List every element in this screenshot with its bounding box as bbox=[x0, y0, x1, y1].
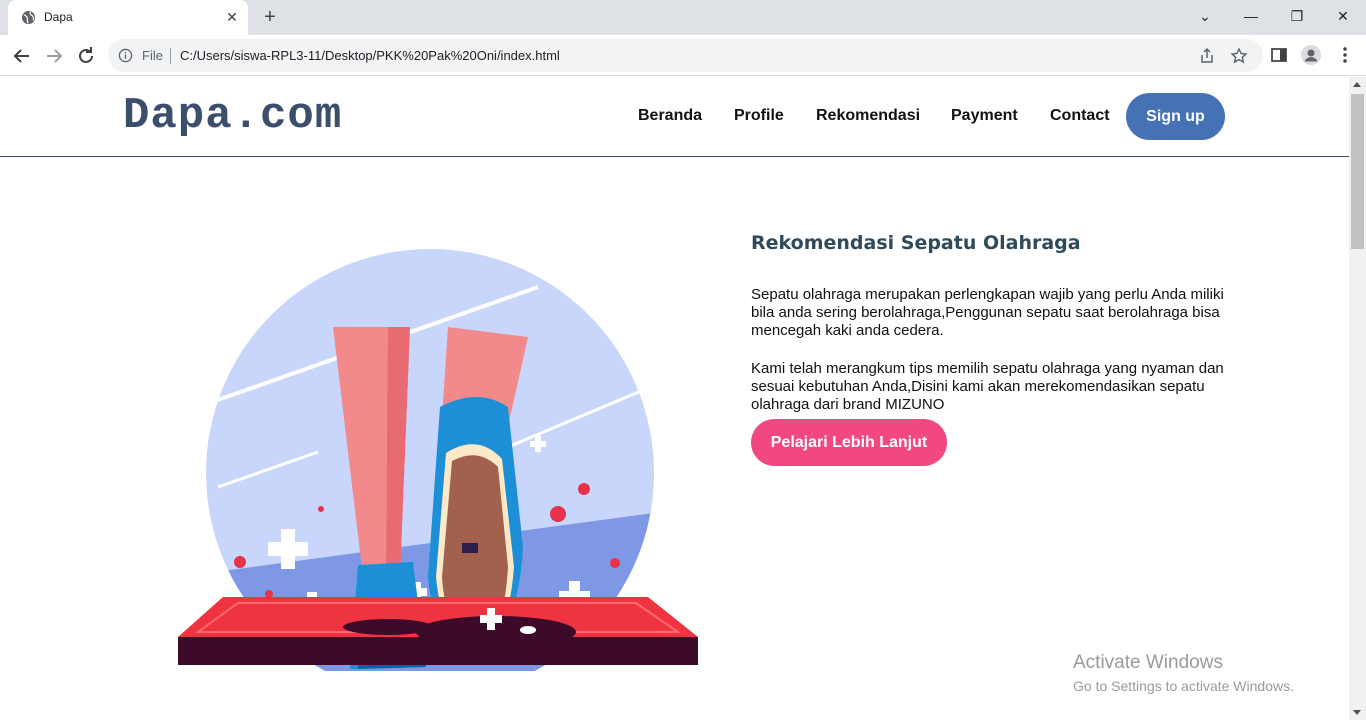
learn-more-button[interactable]: Pelajari Lebih Lanjut bbox=[751, 419, 947, 466]
bookmark-star-icon[interactable] bbox=[1230, 47, 1248, 65]
browser-toolbar: File C:/Users/siswa-RPL3-11/Desktop/PKK%… bbox=[0, 35, 1366, 76]
tab-strip: Dapa ✕ + ⌄ — ❐ ✕ bbox=[0, 0, 1366, 35]
file-scheme-label: File bbox=[142, 48, 163, 63]
tab-title: Dapa bbox=[44, 10, 73, 24]
watermark-line-1: Activate Windows bbox=[1073, 652, 1223, 673]
forward-arrow-icon[interactable] bbox=[42, 44, 66, 68]
new-tab-button[interactable]: + bbox=[259, 6, 281, 28]
vertical-scrollbar[interactable] bbox=[1349, 77, 1366, 720]
close-window-button[interactable]: ✕ bbox=[1329, 4, 1357, 28]
site-header: Dapa.com Beranda Profile Rekomendasi Pay… bbox=[0, 77, 1349, 157]
side-panel-icon[interactable] bbox=[1268, 44, 1290, 66]
nav-link-rekomendasi[interactable]: Rekomendasi bbox=[816, 107, 920, 125]
nav-link-payment[interactable]: Payment bbox=[951, 107, 1018, 125]
windows-activation-watermark: Activate Windows Go to Settings to activ… bbox=[1073, 652, 1294, 694]
hero-paragraph-1: Sepatu olahraga merupakan perlengkapan w… bbox=[751, 286, 1224, 339]
nav-link-profile[interactable]: Profile bbox=[734, 107, 784, 125]
hero-paragraph-2: Kami telah merangkum tips memilih sepatu… bbox=[751, 360, 1224, 413]
info-icon[interactable] bbox=[118, 48, 133, 63]
back-arrow-icon[interactable] bbox=[10, 44, 34, 68]
tab-search-icon[interactable]: ⌄ bbox=[1191, 4, 1219, 28]
globe-icon bbox=[21, 10, 36, 25]
address-bar[interactable]: File C:/Users/siswa-RPL3-11/Desktop/PKK%… bbox=[108, 39, 1263, 72]
site-logo[interactable]: Dapa.com bbox=[123, 91, 342, 141]
nav-link-contact[interactable]: Contact bbox=[1050, 107, 1110, 125]
scroll-down-arrow-icon[interactable] bbox=[1353, 710, 1361, 715]
minimize-button[interactable]: — bbox=[1237, 4, 1265, 28]
nav-link-beranda[interactable]: Beranda bbox=[638, 107, 702, 125]
running-shoes-illustration bbox=[178, 249, 698, 671]
share-icon[interactable] bbox=[1198, 47, 1216, 65]
reload-icon[interactable] bbox=[74, 44, 98, 68]
kebab-menu-icon[interactable] bbox=[1334, 44, 1356, 66]
watermark-line-2: Go to Settings to activate Windows. bbox=[1073, 678, 1294, 694]
omnibox-divider bbox=[170, 48, 171, 64]
url-text[interactable]: C:/Users/siswa-RPL3-11/Desktop/PKK%20Pak… bbox=[180, 48, 560, 63]
scrollbar-thumb[interactable] bbox=[1351, 94, 1364, 249]
restore-button[interactable]: ❐ bbox=[1283, 4, 1311, 28]
profile-avatar-icon[interactable] bbox=[1300, 44, 1322, 66]
page-viewport: Dapa.com Beranda Profile Rekomendasi Pay… bbox=[0, 77, 1349, 720]
scroll-up-arrow-icon[interactable] bbox=[1353, 82, 1361, 87]
tab-close-icon[interactable]: ✕ bbox=[223, 8, 241, 26]
browser-tab[interactable]: Dapa ✕ bbox=[8, 0, 248, 35]
signup-button[interactable]: Sign up bbox=[1126, 93, 1225, 140]
hero-title: Rekomendasi Sepatu Olahraga bbox=[751, 232, 1081, 254]
